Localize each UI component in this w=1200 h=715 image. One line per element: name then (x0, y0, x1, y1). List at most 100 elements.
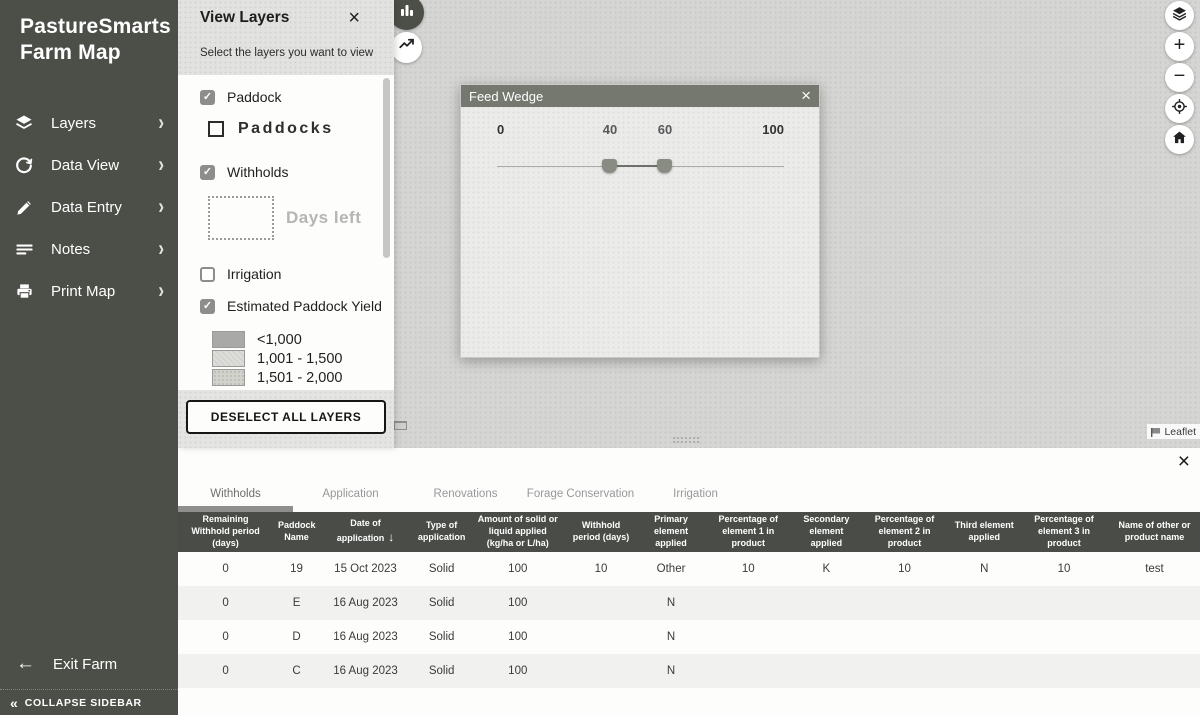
yield-swatch-2 (212, 350, 245, 367)
app-logo: PastureSmarts Farm Map (0, 0, 178, 66)
sidebar-item-data-entry[interactable]: Data Entry › (0, 186, 178, 228)
paddocks-legend-checkbox[interactable] (208, 121, 224, 137)
column-header[interactable]: Name of other or product name (1109, 512, 1200, 552)
estimated-yield-label: Estimated Paddock Yield (227, 298, 382, 314)
table-cell: 16 Aug 2023 (320, 620, 411, 654)
minus-icon: − (1174, 65, 1186, 88)
sidebar-item-data-view[interactable]: Data View › (0, 144, 178, 186)
tab-renovations[interactable]: Renovations (408, 475, 523, 512)
map-attribution[interactable]: Leaflet (1147, 424, 1200, 439)
table-cell (563, 586, 639, 620)
double-chevron-left-icon: « (10, 695, 18, 711)
table-row[interactable]: 0C16 Aug 2023Solid100N (178, 654, 1200, 688)
panel-drag-handle[interactable] (672, 436, 700, 443)
slider-handle-upper[interactable] (657, 159, 672, 173)
table-cell (1019, 654, 1109, 688)
table-cell: 10 (703, 552, 793, 586)
close-icon[interactable]: × (1178, 449, 1190, 474)
table-row[interactable]: 01915 Oct 2023Solid10010Other10K10N10tes… (178, 552, 1200, 586)
column-header[interactable]: Amount of solid or liquid applied (kg/ha… (472, 512, 563, 552)
irrigation-checkbox[interactable] (200, 267, 215, 282)
close-icon[interactable]: × (348, 8, 360, 28)
sidebar-item-print-map[interactable]: Print Map › (0, 270, 178, 312)
yield-swatch-3 (212, 369, 245, 386)
table-cell (950, 654, 1019, 688)
feed-wedge-slider: 0 40 60 100 (497, 107, 784, 187)
exit-farm-button[interactable]: ← Exit Farm (0, 647, 178, 681)
table-cell: E (273, 586, 320, 620)
column-header[interactable]: Withhold period (days) (563, 512, 639, 552)
column-header[interactable]: Primary element applied (639, 512, 703, 552)
zoom-out-button[interactable]: − (1165, 63, 1194, 92)
table-cell: 0 (178, 654, 273, 688)
feed-wedge-popup: Feed Wedge × 0 40 60 100 (460, 84, 820, 358)
column-header[interactable]: Third element applied (950, 512, 1019, 552)
withholds-data-panel: × Withholds Application Renovations Fora… (178, 448, 1200, 715)
trend-chart-button[interactable] (391, 32, 422, 63)
table-cell: 10 (563, 552, 639, 586)
collapse-sidebar-button[interactable]: « COLLAPSE SIDEBAR (0, 689, 178, 715)
yield-legend-item: <1,000 (212, 330, 394, 349)
column-header[interactable]: Type of application (411, 512, 472, 552)
table-cell (1019, 620, 1109, 654)
table-cell (563, 654, 639, 688)
collapse-sidebar-label: COLLAPSE SIDEBAR (25, 697, 142, 709)
chevron-right-icon: › (158, 236, 164, 262)
layer-row-irrigation[interactable]: Irrigation (200, 266, 394, 282)
column-header[interactable]: Percentage of element 3 in product (1019, 512, 1109, 552)
tab-withholds[interactable]: Withholds (178, 475, 293, 512)
table-row[interactable]: 0D16 Aug 2023Solid100N (178, 620, 1200, 654)
home-button[interactable] (1165, 125, 1194, 154)
attribution-label[interactable]: Leaflet (1164, 426, 1196, 438)
app-title-line2: Farm Map (20, 40, 178, 66)
column-header[interactable]: Date of application↓ (320, 512, 411, 552)
table-cell: 16 Aug 2023 (320, 654, 411, 688)
tab-irrigation[interactable]: Irrigation (638, 475, 753, 512)
feed-wedge-header[interactable]: Feed Wedge × (461, 85, 819, 107)
layer-row-paddock[interactable]: ✓ Paddock (200, 89, 394, 105)
tab-forage-conservation[interactable]: Forage Conservation (523, 475, 638, 512)
table-cell (1019, 586, 1109, 620)
sidebar-item-label: Layers (51, 115, 158, 132)
table-cell: Solid (411, 552, 472, 586)
table-cell (793, 654, 859, 688)
table-row[interactable]: 0E16 Aug 2023Solid100N (178, 586, 1200, 620)
locate-button[interactable] (1165, 94, 1194, 123)
sort-desc-icon[interactable]: ↓ (388, 530, 394, 544)
layer-row-withholds[interactable]: ✓ Withholds (200, 164, 394, 180)
column-header[interactable]: Paddock Name (273, 512, 320, 552)
app-title-line1: PastureSmarts (20, 14, 178, 40)
yield-legend: <1,000 1,001 - 1,500 1,501 - 2,000 (212, 330, 394, 387)
paddocks-legend[interactable]: Paddocks (208, 120, 394, 138)
column-header[interactable]: Remaining Withhold period (days) (178, 512, 273, 552)
leaflet-flag-icon (1151, 428, 1161, 436)
column-header-label: Withhold period (days) (573, 520, 630, 542)
sidebar-item-layers[interactable]: Layers › (0, 102, 178, 144)
estimated-yield-checkbox[interactable]: ✓ (200, 299, 215, 314)
column-header-label: Percentage of element 1 in product (718, 514, 778, 547)
irrigation-label: Irrigation (227, 266, 281, 282)
zoom-in-button[interactable]: + (1165, 32, 1194, 61)
sidebar-item-notes[interactable]: Notes › (0, 228, 178, 270)
table-cell: 0 (178, 620, 273, 654)
layer-row-estimated-yield[interactable]: ✓ Estimated Paddock Yield (200, 298, 394, 314)
bar-chart-button[interactable] (389, 0, 424, 30)
panel-scrollbar[interactable] (383, 78, 390, 258)
column-header[interactable]: Percentage of element 2 in product (860, 512, 950, 552)
withholds-checkbox[interactable]: ✓ (200, 165, 215, 180)
map-layers-button[interactable] (1165, 1, 1194, 30)
column-header[interactable]: Percentage of element 1 in product (703, 512, 793, 552)
deselect-all-layers-button[interactable]: DESELECT ALL LAYERS (186, 400, 386, 434)
panel-title: View Layers (200, 9, 289, 27)
column-header[interactable]: Secondary element applied (793, 512, 859, 552)
paddock-checkbox[interactable]: ✓ (200, 90, 215, 105)
tab-application[interactable]: Application (293, 475, 408, 512)
close-icon[interactable]: × (801, 86, 811, 106)
withholds-table: Remaining Withhold period (days)Paddock … (178, 512, 1200, 688)
table-cell (860, 620, 950, 654)
column-header-label: Primary element applied (654, 514, 688, 547)
yield-legend-label-3: 1,501 - 2,000 (257, 370, 342, 386)
sidebar-item-label: Data View (51, 157, 158, 174)
slider-max-label: 100 (762, 122, 784, 137)
slider-handle-lower[interactable] (602, 159, 617, 173)
